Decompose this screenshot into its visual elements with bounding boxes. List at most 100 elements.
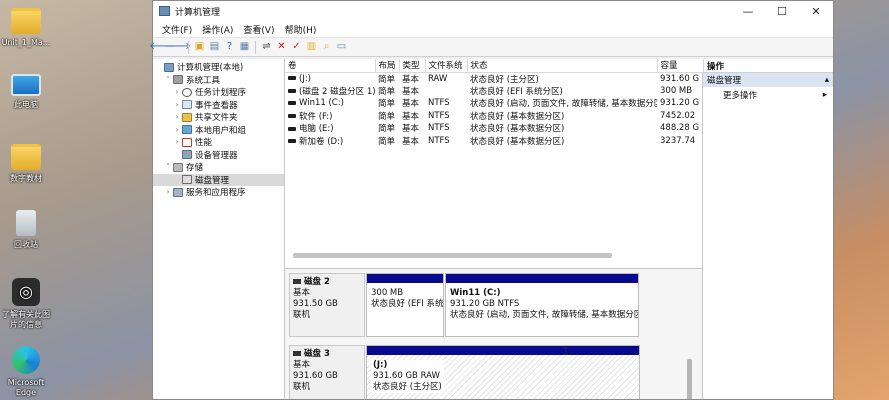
table-cell: 状态良好 (基本数据分区)	[467, 135, 657, 148]
partition-block[interactable]: Win11 (C:) 931.20 GB NTFS 状态良好 (启动, 页面文件, …	[445, 273, 639, 337]
table-row[interactable]: 软件 (F:) 简单 基本 NTFS 状态良好 (基本数据分区) 7452.02	[285, 110, 703, 123]
comp-icon	[164, 62, 174, 72]
cell-text: 931.20 G	[660, 98, 700, 109]
column-header-status[interactable]: 状态	[467, 59, 658, 73]
table-cell: 简单	[375, 135, 399, 148]
table-cell: 300 MB	[657, 85, 703, 98]
vertical-scrollbar[interactable]	[687, 359, 692, 399]
column-header-filesystem[interactable]: 文件系统	[425, 59, 468, 73]
chevron-down-icon[interactable]: ˅	[164, 163, 172, 171]
tree-item[interactable]: › 任务计划程序	[153, 86, 284, 99]
volume-icon	[288, 100, 296, 105]
table-cell	[425, 85, 467, 98]
delete-icon[interactable]: ✕	[275, 41, 288, 54]
disk-label[interactable]: 磁盘 3 基本 931.60 GB 联机	[289, 345, 365, 399]
tree-item[interactable]: 计算机管理(本地)	[153, 61, 284, 74]
tree-item[interactable]: › 本地用户和组	[153, 124, 284, 137]
partition-block[interactable]: (J:) 931.60 GB RAW 状态良好 (主分区)	[366, 345, 640, 399]
cell-text: 基本	[402, 111, 420, 122]
tree-item[interactable]: ˅ 存储	[153, 161, 284, 174]
cell-text: 3237.74	[660, 135, 696, 146]
tree-item-label: 任务计划程序	[195, 88, 247, 99]
toolbar: 🡐 🡒 ▣ ▤ ? ▦ ⇌ ✕ ✓ ▥ ⌕ ▭	[149, 38, 833, 57]
table-row[interactable]: (磁盘 2 磁盘分区 1) 简单 基本 状态良好 (EFI 系统分区) 300 MB	[285, 85, 703, 98]
table-cell: 状态良好 (基本数据分区)	[467, 110, 657, 123]
table-cell: 基本	[399, 97, 425, 110]
toolbar-separator	[255, 40, 256, 54]
desktop-icon-this-pc[interactable]: 此电脑	[0, 74, 52, 110]
disk-label[interactable]: 磁盘 2 基本 931.50 GB 联机	[289, 273, 365, 337]
tree-item[interactable]: › 服务和应用程序	[153, 186, 284, 199]
collapse-up-icon[interactable]: ▴	[825, 75, 829, 85]
chevron-down-icon[interactable]: ˅	[164, 76, 172, 84]
tree-item[interactable]: 设备管理器	[153, 149, 284, 162]
column-header-type[interactable]: 类型	[399, 59, 426, 73]
chevron-right-icon[interactable]: ›	[173, 138, 181, 146]
desktop-icon-unit-folder[interactable]: Unit_1_Ma...	[0, 8, 52, 48]
tree-item-label: 本地用户和组	[195, 125, 247, 136]
minimize-button[interactable]: —	[731, 1, 765, 21]
column-header-volume[interactable]: 卷	[285, 59, 376, 73]
show-hide-tree-icon[interactable]: ▤	[208, 41, 221, 54]
chevron-right-icon[interactable]: ›	[164, 188, 172, 196]
cell-text: 基本	[402, 86, 420, 97]
maximize-button[interactable]: ☐	[765, 1, 799, 21]
table-cell: NTFS	[425, 97, 467, 110]
desktop-icon-label: 了解有关此图片的信息	[2, 310, 50, 329]
actions-section-disk-management[interactable]: 磁盘管理 ▴	[703, 73, 833, 87]
column-header-layout[interactable]: 布局	[375, 59, 400, 73]
tree-item[interactable]: › 共享文件夹	[153, 111, 284, 124]
properties-icon[interactable]: ▦	[238, 41, 251, 54]
chevron-right-icon[interactable]: ›	[173, 126, 181, 134]
search-icon[interactable]: ⌕	[320, 41, 333, 54]
partition-size: 931.20 GB NTFS	[450, 299, 520, 309]
table-row[interactable]: 新加卷 (D:) 简单 基本 NTFS 状态良好 (基本数据分区) 3237.74	[285, 135, 703, 148]
disk-size: 931.50 GB	[293, 299, 338, 309]
desktop-icon-recycle-bin[interactable]: 回收站	[0, 210, 52, 250]
tree-item[interactable]: 磁盘管理	[153, 173, 284, 186]
tree-item-label: 共享文件夹	[195, 113, 238, 124]
table-row[interactable]: (J:) 简单 基本 RAW 状态良好 (主分区) 931.60 G	[285, 72, 703, 85]
horizontal-scrollbar[interactable]	[293, 253, 612, 258]
tree-item-label: 磁盘管理	[195, 175, 230, 186]
folder-new-icon[interactable]: ▥	[305, 41, 318, 54]
chevron-right-icon[interactable]: ›	[173, 113, 181, 121]
cell-text: 状态良好 (启动, 页面文件, 故障转储, 基本数据分区)	[470, 99, 657, 110]
chevron-right-icon[interactable]: ›	[173, 88, 181, 96]
chevron-right-icon[interactable]: ›	[173, 101, 181, 109]
partition-status: 状态良好 (主分区)	[373, 382, 442, 392]
title-bar[interactable]: 计算机管理 — ☐ ✕	[153, 1, 833, 21]
help-icon[interactable]: ?	[223, 41, 236, 54]
tree-item[interactable]: ˅ 系统工具	[153, 74, 284, 87]
camera-icon: ◎	[12, 278, 40, 306]
table-cell: NTFS	[425, 110, 467, 123]
desktop-icon-label: 回收站	[14, 240, 38, 249]
menu-help[interactable]: 帮助(H)	[280, 23, 322, 36]
close-button[interactable]: ✕	[799, 1, 833, 21]
desktop-icon-learn-about-picture[interactable]: ◎ 了解有关此图片的信息	[0, 278, 52, 330]
cell-text: 7452.02	[660, 110, 696, 121]
check-icon[interactable]: ✓	[290, 41, 303, 54]
settings-icon[interactable]: ▭	[335, 41, 348, 54]
desktop-icon-edge[interactable]: Microsoft Edge	[0, 346, 52, 398]
up-folder-icon[interactable]: ▣	[193, 41, 206, 54]
partition-block[interactable]: 300 MB 状态良好 (EFI 系统分	[366, 273, 444, 337]
action-more-actions[interactable]: 更多操作 ▸	[703, 87, 833, 103]
partition-title: (J:)	[373, 360, 388, 370]
desktop-icon-digital-textbook[interactable]: 数字教材	[0, 144, 52, 184]
table-row[interactable]: 电脑 (E:) 简单 基本 NTFS 状态良好 (基本数据分区) 488.28 G	[285, 122, 703, 135]
menu-view[interactable]: 查看(V)	[238, 23, 279, 36]
tree-item-label: 服务和应用程序	[186, 188, 246, 199]
partition-status: 状态良好 (启动, 页面文件, 故障转储, 基本数据分区)	[450, 310, 639, 320]
tree-item[interactable]: › 事件查看器	[153, 99, 284, 112]
connect-icon[interactable]: ⇌	[260, 41, 273, 54]
tree-item[interactable]: › 性能	[153, 136, 284, 149]
center-pane: 卷 布局 类型 文件系统 状态 容量 (J:) 简单 基本 RAW 状态良好 (主分区)…	[285, 59, 704, 399]
menu-action[interactable]: 操作(A)	[197, 23, 238, 36]
menu-file[interactable]: 文件(F)	[157, 23, 197, 36]
table-cell: 基本	[399, 85, 425, 98]
forward-arrow-icon[interactable]: 🡒	[164, 41, 191, 54]
tree-item-label: 系统工具	[186, 75, 221, 86]
column-header-capacity[interactable]: 容量	[657, 59, 704, 73]
table-row[interactable]: Win11 (C:) 简单 基本 NTFS 状态良好 (启动, 页面文件, 故障转储, …	[285, 97, 703, 110]
